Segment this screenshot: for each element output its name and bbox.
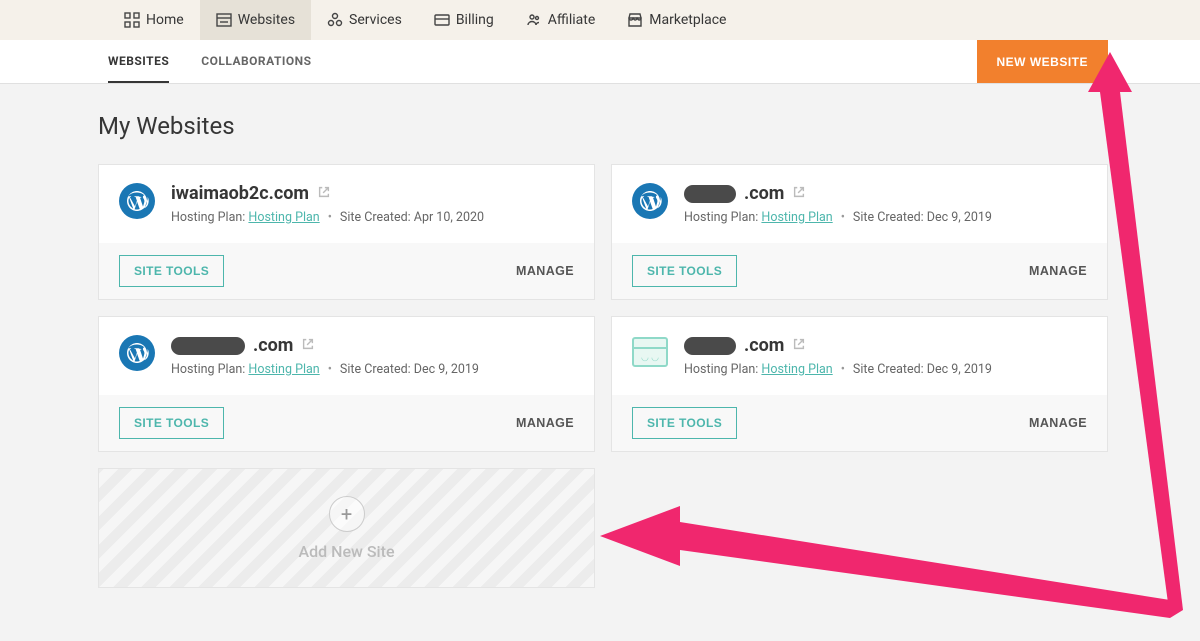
sub-nav: WEBSITES COLLABORATIONS NEW WEBSITE [0, 40, 1200, 84]
manage-button[interactable]: MANAGE [516, 264, 574, 278]
users-icon [526, 12, 542, 28]
site-grid: iwaimaob2c.com Hosting Plan: Hosting Pla… [98, 164, 1108, 588]
domain-name: iwaimaob2c.com [171, 183, 309, 204]
browser-icon: ◡ ◡ [632, 335, 668, 371]
add-label: Add New Site [298, 542, 394, 561]
site-tools-button[interactable]: SITE TOOLS [632, 407, 737, 439]
window-icon [216, 12, 232, 28]
wordpress-icon [119, 183, 155, 219]
site-card: ◡ ◡ .com Hosting Plan: Hosting Plan•Site… [611, 316, 1108, 452]
nav-label: Websites [238, 12, 295, 28]
store-icon [627, 12, 643, 28]
site-card: .com Hosting Plan: Hosting Plan•Site Cre… [611, 164, 1108, 300]
site-meta: Hosting Plan: Hosting Plan•Site Created:… [171, 362, 574, 377]
nav-affiliate[interactable]: Affiliate [510, 0, 612, 40]
site-meta: Hosting Plan: Hosting Plan•Site Created:… [171, 210, 574, 225]
nav-label: Billing [456, 12, 494, 28]
manage-button[interactable]: MANAGE [1029, 416, 1087, 430]
manage-button[interactable]: MANAGE [516, 416, 574, 430]
new-website-button[interactable]: NEW WEBSITE [977, 40, 1109, 83]
circles-icon [327, 12, 343, 28]
hosting-plan-link[interactable]: Hosting Plan [248, 210, 319, 225]
redacted-domain [684, 185, 736, 203]
domain-suffix: .com [253, 335, 293, 356]
nav-services[interactable]: Services [311, 0, 418, 40]
nav-home[interactable]: Home [108, 0, 200, 40]
top-nav: Home Websites Services Billing Affiliate… [0, 0, 1200, 40]
redacted-domain [171, 337, 245, 355]
site-tools-button[interactable]: SITE TOOLS [119, 255, 224, 287]
hosting-plan-link[interactable]: Hosting Plan [248, 362, 319, 377]
nav-billing[interactable]: Billing [418, 0, 510, 40]
redacted-domain [684, 337, 736, 355]
site-meta: Hosting Plan: Hosting Plan•Site Created:… [684, 210, 1087, 225]
manage-button[interactable]: MANAGE [1029, 264, 1087, 278]
plus-icon: + [329, 496, 365, 532]
nav-label: Marketplace [649, 12, 726, 28]
site-tools-button[interactable]: SITE TOOLS [632, 255, 737, 287]
domain-suffix: .com [744, 183, 784, 204]
nav-marketplace[interactable]: Marketplace [611, 0, 742, 40]
tab-websites[interactable]: WEBSITES [108, 40, 169, 83]
add-new-site-card[interactable]: + Add New Site [98, 468, 595, 588]
content-area: My Websites iwaimaob2c.com [0, 84, 1200, 588]
wordpress-icon [632, 183, 668, 219]
external-link-icon[interactable] [301, 336, 315, 355]
tab-collaborations[interactable]: COLLABORATIONS [201, 40, 311, 83]
nav-label: Home [146, 12, 184, 28]
page-title: My Websites [98, 112, 1108, 140]
site-meta: Hosting Plan: Hosting Plan•Site Created:… [684, 362, 1087, 377]
site-card: .com Hosting Plan: Hosting Plan•Site Cre… [98, 316, 595, 452]
nav-label: Affiliate [548, 12, 596, 28]
sub-tabs: WEBSITES COLLABORATIONS [108, 40, 977, 83]
site-tools-button[interactable]: SITE TOOLS [119, 407, 224, 439]
hosting-plan-link[interactable]: Hosting Plan [761, 362, 832, 377]
hosting-plan-link[interactable]: Hosting Plan [761, 210, 832, 225]
external-link-icon[interactable] [792, 184, 806, 203]
wordpress-icon [119, 335, 155, 371]
external-link-icon[interactable] [317, 184, 331, 203]
nav-websites[interactable]: Websites [200, 0, 311, 40]
card-icon [434, 12, 450, 28]
external-link-icon[interactable] [792, 336, 806, 355]
grid-icon [124, 12, 140, 28]
domain-suffix: .com [744, 335, 784, 356]
site-card: iwaimaob2c.com Hosting Plan: Hosting Pla… [98, 164, 595, 300]
nav-label: Services [349, 12, 402, 28]
